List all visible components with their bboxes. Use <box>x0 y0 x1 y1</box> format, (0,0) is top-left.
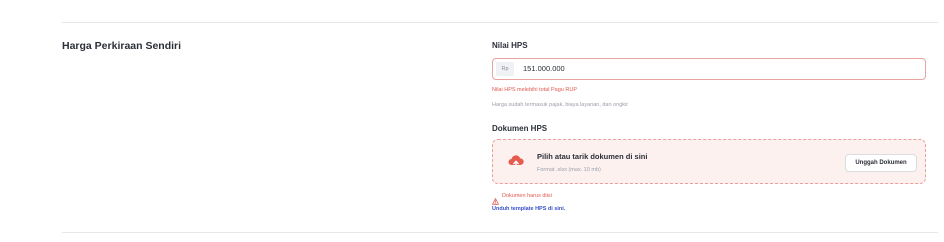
upload-document-button[interactable]: Unggah Dokumen <box>845 154 917 172</box>
document-label: Dokumen HPS <box>492 124 548 133</box>
document-dropzone[interactable]: Pilih atau tarik dokumen di sini Format … <box>492 139 926 184</box>
dropzone-title: Pilih atau tarik dokumen di sini <box>537 152 648 161</box>
document-error: Dokumen harus diisi <box>492 192 552 205</box>
download-template-link[interactable]: Unduh template HPS di sini. <box>492 206 565 212</box>
section-divider-bottom <box>62 232 938 233</box>
hps-error-message: Nilai HPS melebihi total Pagu RUP <box>492 87 577 93</box>
hps-helper-text: Harga sudah termasuk pajak, biaya layana… <box>492 102 629 108</box>
document-error-text: Dokumen harus diisi <box>502 192 552 199</box>
warning-triangle-icon <box>492 192 499 205</box>
currency-prefix: Rp <box>496 62 514 76</box>
dropzone-format-hint: Format .xlsx (max. 10 mb) <box>537 167 601 173</box>
hps-label: Nilai HPS <box>492 41 528 50</box>
hps-input[interactable]: Rp 151.000.000 <box>492 58 926 80</box>
section-title: Harga Perkiraan Sendiri <box>62 40 182 52</box>
cloud-upload-icon <box>508 154 524 168</box>
hps-input-value[interactable]: 151.000.000 <box>523 64 565 73</box>
section-divider-top <box>62 22 938 23</box>
